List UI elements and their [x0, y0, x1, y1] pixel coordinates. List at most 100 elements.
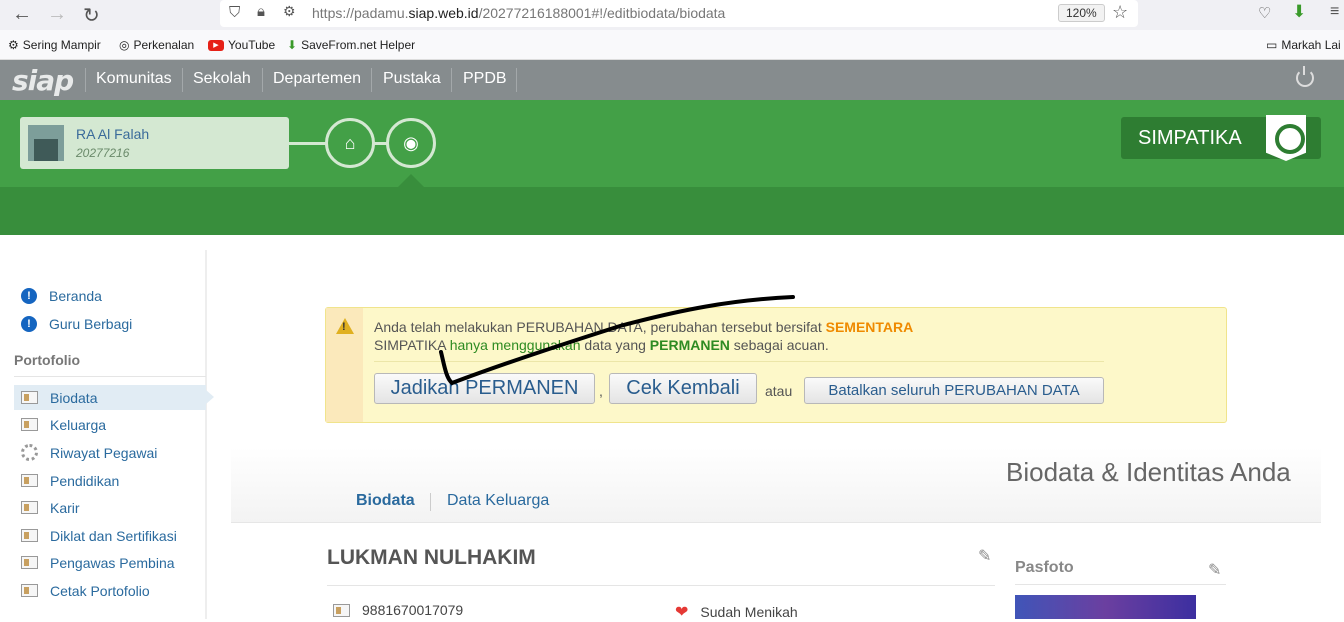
- sidebar-item-cetak[interactable]: Cetak Portofolio: [14, 578, 206, 603]
- sidebar-item-label: Cetak Portofolio: [50, 582, 150, 599]
- bookmark-youtube[interactable]: ▶ YouTube: [208, 38, 275, 52]
- download-helper-icon[interactable]: ⬇: [1292, 2, 1306, 22]
- id-card-icon: [21, 584, 38, 597]
- heart-icon: ❤: [675, 604, 689, 621]
- reload-icon[interactable]: ↻: [83, 3, 100, 28]
- batalkan-button[interactable]: Batalkan seluruh PERUBAHAN DATA: [804, 377, 1104, 404]
- gear-icon: [21, 444, 38, 461]
- bookmark-label: YouTube: [228, 38, 276, 52]
- alert-icon-column: !: [326, 308, 363, 422]
- jadikan-permanen-button[interactable]: Jadikan PERMANEN: [374, 373, 595, 404]
- marital-status-row: ❤ Sudah Menikah: [675, 602, 798, 622]
- sidebar: ! Beranda ! Guru Berbagi Portofolio Biodat…: [0, 250, 214, 619]
- bookmark-label: SaveFrom.net Helper: [301, 38, 416, 52]
- permissions-icon[interactable]: ⚙: [283, 3, 296, 20]
- divider: [14, 376, 206, 377]
- back-arrow-icon[interactable]: ←: [12, 3, 32, 26]
- sidebar-item-beranda[interactable]: ! Beranda: [14, 283, 206, 308]
- shield-icon[interactable]: ⛉: [229, 4, 240, 21]
- sidebar-item-pengawas[interactable]: Pengawas Pembina: [14, 550, 206, 575]
- bookmark-folder[interactable]: ▭ Markah Lai: [1266, 38, 1341, 52]
- sidebar-item-label: Biodata: [50, 389, 98, 406]
- change-alert: ! Anda telah melakukan PERUBAHAN DATA, p…: [325, 307, 1227, 423]
- nav-divider: [85, 68, 86, 92]
- alert-text: SIMPATIKA: [374, 337, 450, 353]
- alert-text: sebagai acuan.: [729, 337, 829, 353]
- id-card-icon: [21, 556, 38, 569]
- school-name: RA Al Falah: [76, 126, 150, 142]
- school-card[interactable]: RA Al Falah 20277216: [20, 117, 289, 169]
- lock-icon[interactable]: 🔒︎: [257, 3, 265, 20]
- pocket-icon[interactable]: ♡: [1258, 4, 1271, 22]
- nav-divider: [182, 68, 183, 92]
- globe-icon: ◎: [119, 38, 130, 52]
- id-card-icon: [21, 418, 38, 431]
- sidebar-item-riwayat-pegawai[interactable]: Riwayat Pegawai: [14, 440, 206, 465]
- tab-data-keluarga[interactable]: Data Keluarga: [447, 492, 549, 510]
- header-band: RA Al Falah 20277216 ⌂ ◉ SIMPATIKA: [0, 100, 1344, 187]
- sidebar-item-label: Diklat dan Sertifikasi: [50, 527, 177, 544]
- header-subband: [0, 187, 1344, 235]
- building-icon[interactable]: ⌂: [325, 118, 375, 168]
- cek-kembali-button[interactable]: Cek Kembali: [609, 373, 757, 404]
- star-icon[interactable]: ☆: [1112, 2, 1128, 23]
- nav-divider: [451, 68, 452, 92]
- alert-message: Anda telah melakukan PERUBAHAN DATA, per…: [374, 318, 913, 354]
- nav-komunitas[interactable]: Komunitas: [96, 70, 172, 88]
- forward-arrow-icon[interactable]: →: [47, 3, 67, 26]
- menu-icon[interactable]: ≡: [1330, 3, 1339, 21]
- sidebar-item-keluarga[interactable]: Keluarga: [14, 412, 206, 437]
- tab-divider: [430, 493, 431, 511]
- atau-separator: atau: [765, 383, 793, 399]
- power-icon[interactable]: [1296, 66, 1314, 87]
- nav-divider: [262, 68, 263, 92]
- person-name: LUKMAN NULHAKIM: [327, 546, 536, 569]
- content-header: Biodata & Identitas Anda Biodata Data Ke…: [231, 447, 1321, 523]
- bookmark-sering-mampir[interactable]: ⚙ Sering Mampir: [8, 38, 101, 52]
- id-card-icon: [21, 501, 38, 514]
- sidebar-item-label: Riwayat Pegawai: [50, 444, 158, 461]
- sidebar-item-pendidikan[interactable]: Pendidikan: [14, 468, 206, 493]
- alert-text-permanen: PERMANEN: [649, 337, 730, 353]
- info-icon: !: [21, 287, 37, 304]
- bookmark-perkenalan[interactable]: ◎ Perkenalan: [119, 38, 194, 52]
- tab-biodata[interactable]: Biodata: [356, 492, 415, 510]
- sidebar-item-diklat[interactable]: Diklat dan Sertifikasi: [14, 523, 206, 548]
- profile-photo[interactable]: [1015, 595, 1196, 619]
- nav-divider: [371, 68, 372, 92]
- bookmark-savefrom[interactable]: ⬇ SaveFrom.net Helper: [287, 38, 415, 52]
- edit-pencil-icon[interactable]: ✎: [1208, 560, 1221, 580]
- nav-departemen[interactable]: Departemen: [273, 70, 361, 88]
- comma-separator: ,: [599, 383, 603, 399]
- profile-icon[interactable]: ◉: [386, 118, 436, 168]
- sidebar-item-karir[interactable]: Karir: [14, 495, 206, 520]
- top-navigation: siap Komunitas Sekolah Departemen Pustak…: [0, 60, 1344, 100]
- pasfoto-label: Pasfoto: [1015, 559, 1074, 576]
- id-card-icon: [21, 474, 38, 487]
- siap-logo[interactable]: siap: [12, 64, 74, 97]
- warning-mark: !: [342, 321, 346, 333]
- id-number: 9881670017079: [362, 602, 464, 618]
- page-title: Biodata & Identitas Anda: [1006, 457, 1291, 487]
- id-card-icon: [21, 529, 38, 542]
- bookmarks-bar: ⚙ Sering Mampir ◎ Perkenalan ▶ YouTube ⬇ Sav…: [0, 30, 1344, 60]
- nav-ppdb[interactable]: PPDB: [463, 70, 507, 88]
- nav-pustaka[interactable]: Pustaka: [383, 70, 441, 88]
- marital-status: Sudah Menikah: [700, 604, 798, 620]
- edit-pencil-icon[interactable]: ✎: [978, 546, 991, 566]
- url-text[interactable]: https://padamu.siap.web.id/2027721618800…: [312, 5, 725, 21]
- bookmark-label: Sering Mampir: [22, 38, 101, 52]
- divider: [374, 361, 1104, 362]
- kemenag-logo-icon: [1266, 115, 1306, 161]
- simpatika-badge[interactable]: SIMPATIKA: [1121, 115, 1321, 161]
- download-icon: ⬇: [287, 38, 298, 52]
- sidebar-item-guru-berbagi[interactable]: ! Guru Berbagi: [14, 311, 206, 336]
- divider: [1015, 584, 1226, 585]
- youtube-icon: ▶: [208, 39, 224, 51]
- sidebar-item-biodata[interactable]: Biodata: [14, 385, 214, 410]
- sidebar-item-label: Beranda: [49, 287, 102, 304]
- id-number-row: 9881670017079: [333, 602, 463, 618]
- zoom-level[interactable]: 120%: [1058, 4, 1105, 22]
- info-icon: !: [21, 315, 37, 332]
- nav-sekolah[interactable]: Sekolah: [193, 70, 251, 88]
